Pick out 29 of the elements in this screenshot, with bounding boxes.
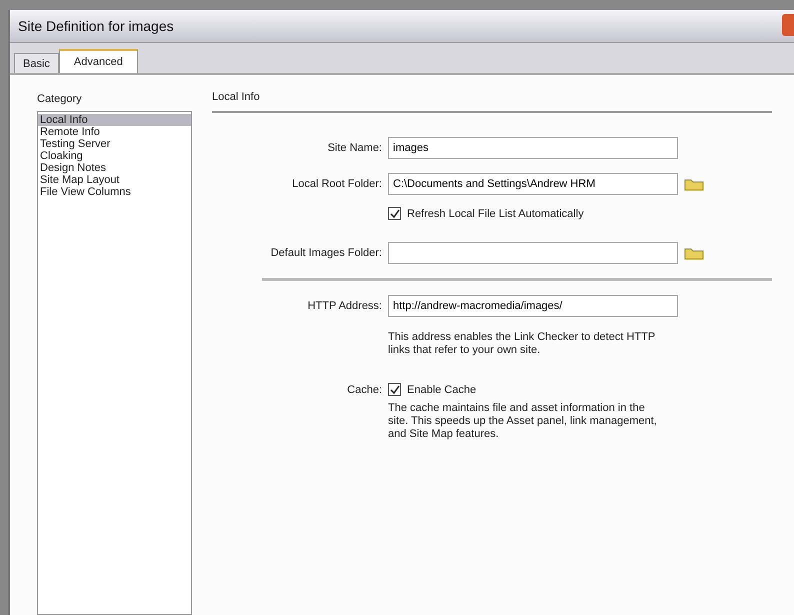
field-label: Local Root Folder:	[291, 178, 382, 190]
category-label: Category	[37, 93, 83, 105]
category-item[interactable]: Cloaking	[38, 150, 191, 162]
category-item[interactable]: Testing Server	[38, 138, 191, 150]
category-item[interactable]: Site Map Layout	[38, 174, 191, 186]
input-field[interactable]: http://andrew-macromedia/images/	[388, 295, 678, 317]
section-title: Local Info	[212, 91, 261, 103]
checkbox-label: Refresh Local File List Automatically	[407, 208, 584, 220]
folder-icon[interactable]	[684, 177, 704, 191]
category-item[interactable]: Design Notes	[38, 162, 191, 174]
field-label: Cache:	[346, 384, 382, 396]
input-field[interactable]: C:\Documents and Settings\Andrew HRM	[388, 173, 678, 195]
help-text: This address enables the Link Checker to detect HTTP links that refer to your own site.	[388, 331, 656, 357]
field-label: HTTP Address:	[306, 300, 382, 312]
help-text: The cache maintains file and asset information in the site. This speeds up the Asset panel, link management, and Site Map features.	[388, 402, 658, 441]
tab[interactable]: Advanced	[58, 49, 138, 73]
checkbox[interactable]	[388, 383, 401, 396]
window-title: Site Definition for images	[18, 18, 174, 34]
category-item[interactable]: Local Info	[38, 114, 191, 126]
checkbox[interactable]	[388, 207, 401, 220]
folder-icon[interactable]	[684, 246, 704, 260]
field-label: Site Name:	[326, 142, 382, 154]
checkbox-label: Enable Cache	[407, 384, 476, 396]
category-item[interactable]: File View Columns	[38, 186, 191, 198]
tab[interactable]: Basic	[14, 53, 59, 73]
input-field[interactable]: images	[388, 137, 678, 159]
field-label: Default Images Folder:	[270, 247, 382, 259]
input-field[interactable]	[388, 242, 678, 264]
category-item[interactable]: Remote Info	[38, 126, 191, 138]
